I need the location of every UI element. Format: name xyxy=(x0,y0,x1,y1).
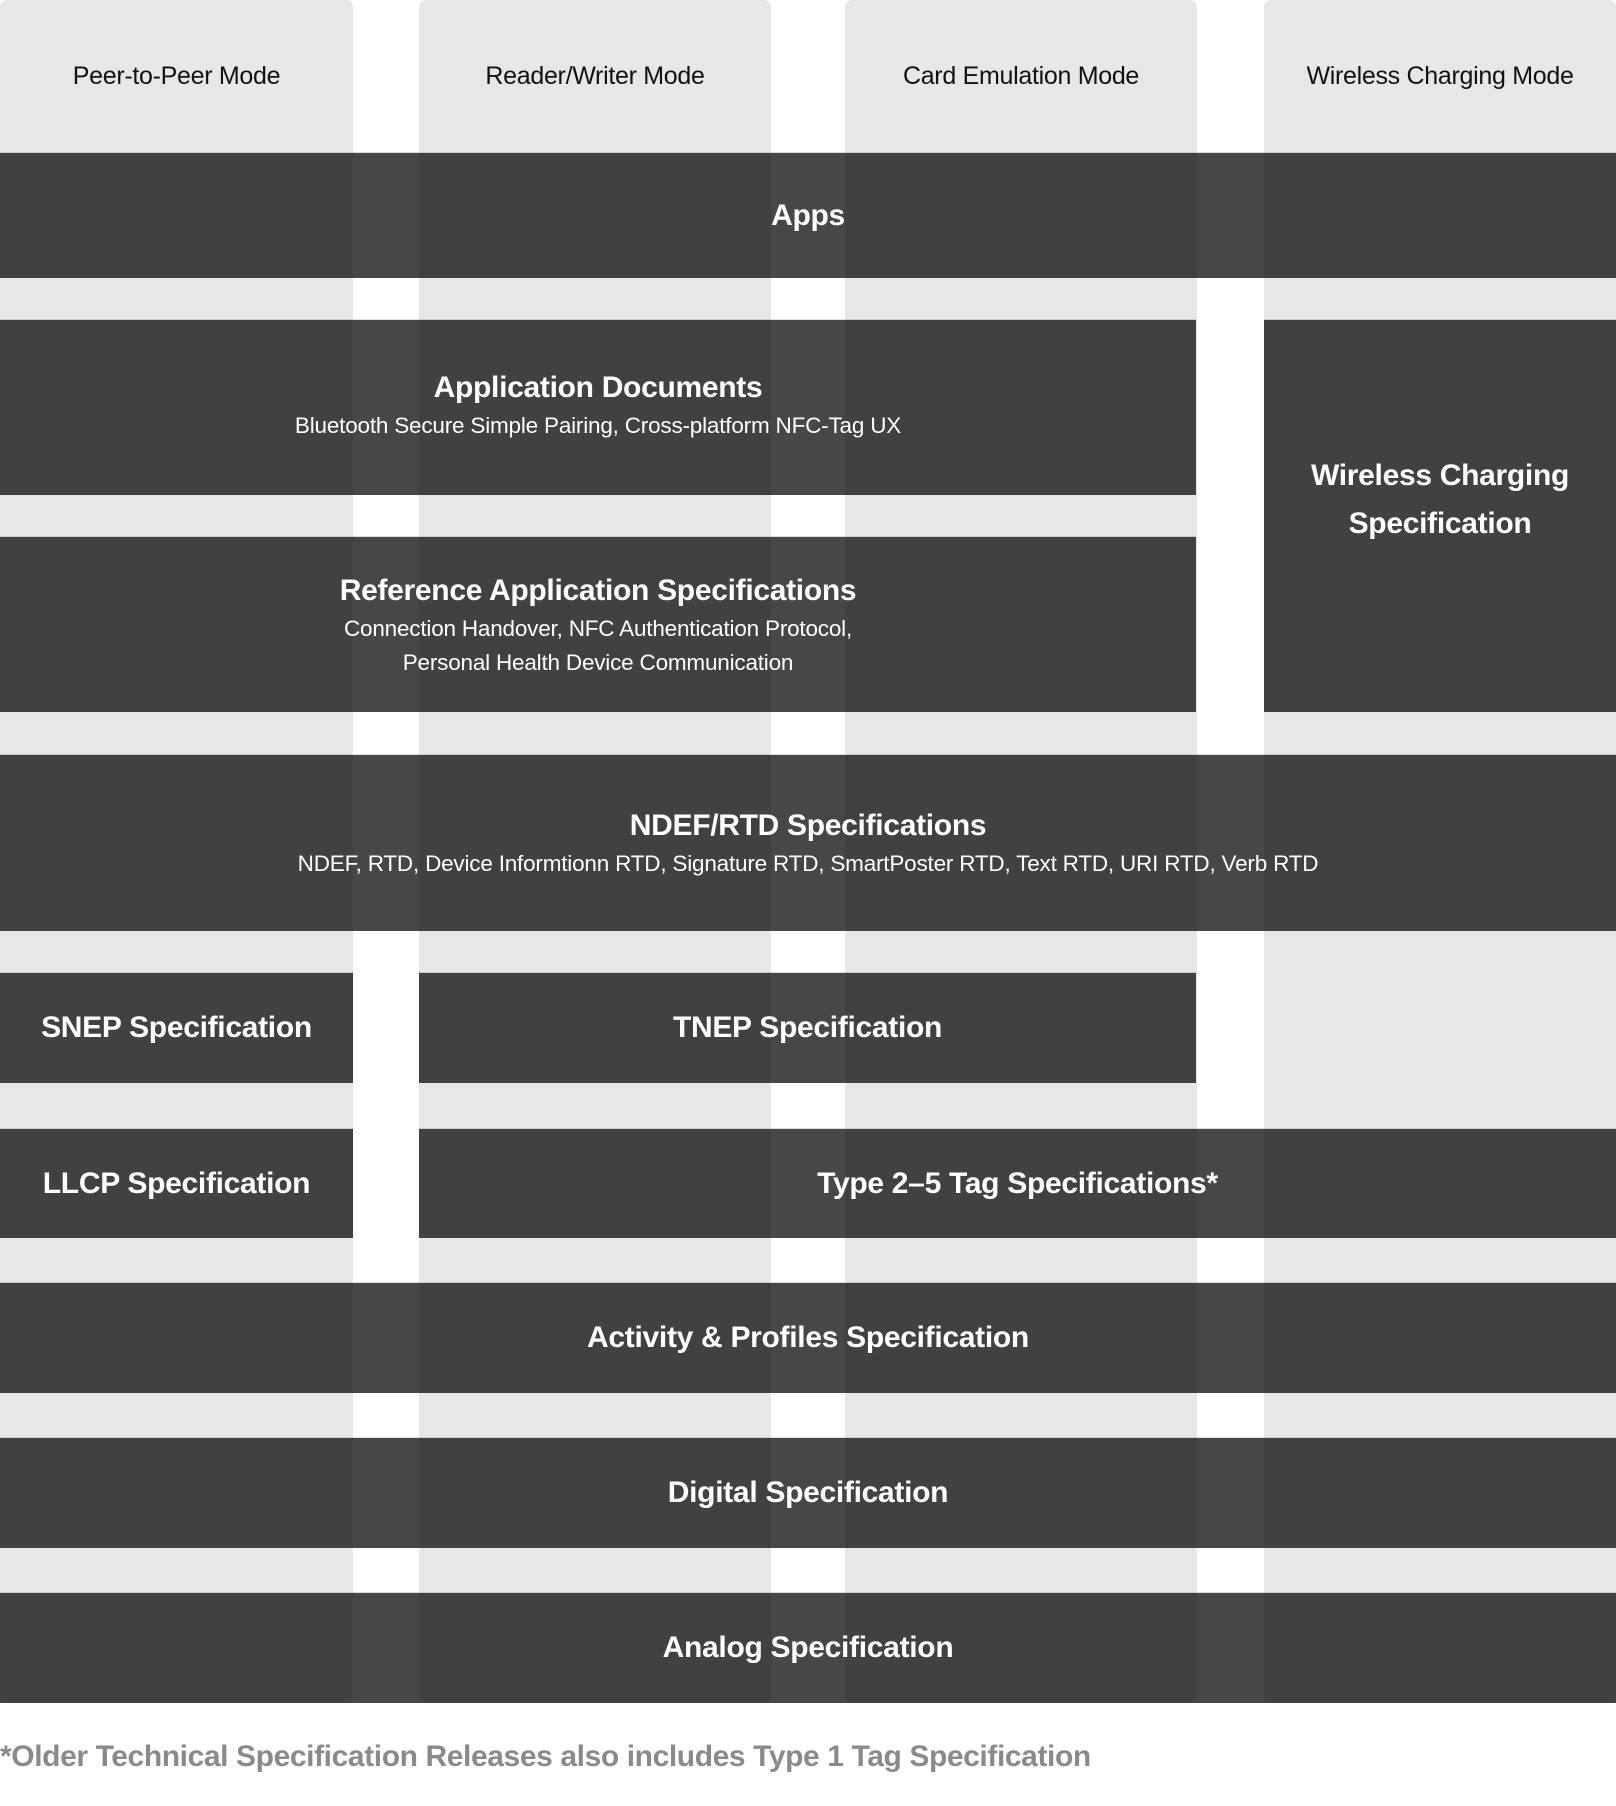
layer-type-2-5-tag-specifications: Type 2–5 Tag Specifications* xyxy=(419,1129,1616,1238)
layer-subtitle-line: Connection Handover, NFC Authentication … xyxy=(344,615,852,641)
layer-title: Reference Application Specifications xyxy=(339,573,857,607)
layer-subtitle: Bluetooth Secure Simple Pairing, Cross-p… xyxy=(294,413,902,438)
layer-wireless-charging-specification: Wireless Charging Specification xyxy=(1264,320,1616,712)
layer-llcp-specification: LLCP Specification xyxy=(0,1129,353,1238)
layer-title: Analog Specification xyxy=(662,1631,954,1664)
layer-apps: Apps xyxy=(0,153,1616,278)
layer-title: NDEF/RTD Specifications xyxy=(629,809,987,842)
layer-title: Apps xyxy=(771,198,845,232)
layer-title: TNEP Specification xyxy=(672,1011,943,1044)
layer-title-line: Specification xyxy=(1348,507,1532,540)
layer-reference-application-specifications: Reference Application Specifications Con… xyxy=(0,537,1196,712)
mode-header-card-emulation: Card Emulation Mode xyxy=(902,62,1140,90)
layer-analog-specification: Analog Specification xyxy=(0,1593,1616,1703)
layer-application-documents: Application Documents Bluetooth Secure S… xyxy=(0,320,1196,495)
layer-subtitle-line: Personal Health Device Communication xyxy=(402,649,794,675)
layer-digital-specification: Digital Specification xyxy=(0,1438,1616,1548)
layer-ndef-rtd-specifications: NDEF/RTD Specifications NDEF, RTD, Devic… xyxy=(0,755,1616,931)
layer-activity-profiles-specification: Activity & Profiles Specification xyxy=(0,1283,1616,1393)
layer-tnep-specification: TNEP Specification xyxy=(419,973,1196,1083)
layer-title: Activity & Profiles Specification xyxy=(587,1321,1029,1354)
layer-snep-specification: SNEP Specification xyxy=(0,973,353,1083)
layer-title: Application Documents xyxy=(433,371,763,404)
layer-subtitle: NDEF, RTD, Device Informtionn RTD, Signa… xyxy=(297,851,1319,876)
layer-title: Digital Specification xyxy=(667,1476,949,1509)
mode-header-reader-writer: Reader/Writer Mode xyxy=(485,62,705,90)
layer-title: LLCP Specification xyxy=(42,1166,311,1200)
mode-header-peer-to-peer: Peer-to-Peer Mode xyxy=(72,62,281,90)
footnote: *Older Technical Specification Releases … xyxy=(0,1740,1091,1773)
mode-header-wireless-charging: Wireless Charging Mode xyxy=(1306,62,1574,90)
layer-title: Type 2–5 Tag Specifications* xyxy=(817,1166,1218,1200)
layer-title: SNEP Specification xyxy=(41,1011,312,1044)
layer-title-line: Wireless Charging xyxy=(1310,459,1570,492)
